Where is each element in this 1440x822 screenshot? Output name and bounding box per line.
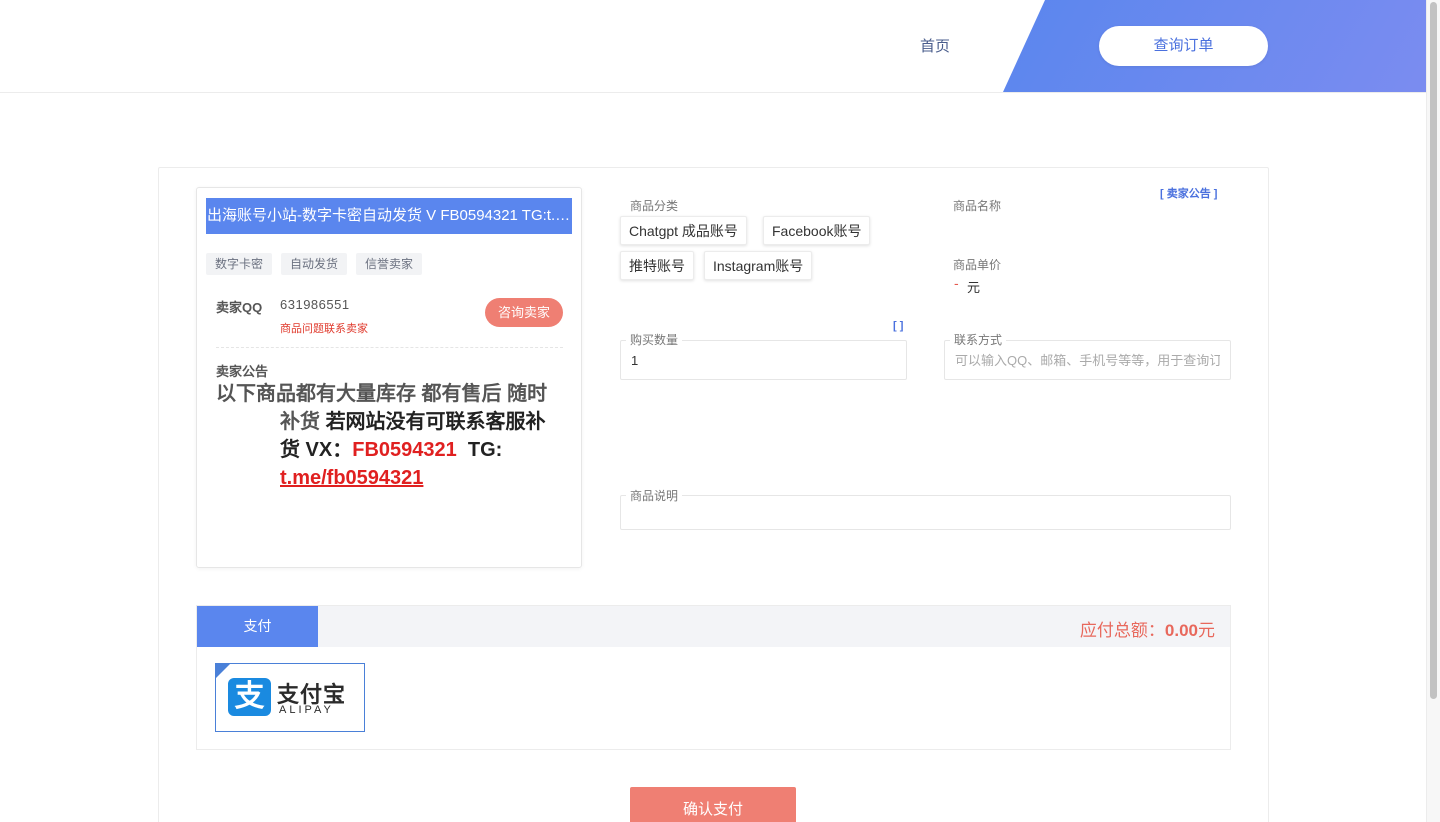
total-amount: 0.00 <box>1164 621 1198 640</box>
notice-line-1: 以下商品都有大量库存 都有售后 随时 <box>216 383 548 405</box>
tag-auto-delivery: 自动发货 <box>281 253 348 275</box>
category-facebook-button[interactable]: Facebook账号 <box>763 216 871 245</box>
category-chatgpt-button[interactable]: Chatgpt 成品账号 <box>620 216 747 245</box>
notice-vx-id: FB0594321 <box>352 439 457 461</box>
seller-notice-link[interactable]: [ 卖家公告 ] <box>1160 185 1217 201</box>
seller-qq-value: 631986551 <box>280 297 350 312</box>
nav-home-link[interactable]: 首页 <box>905 35 965 56</box>
payment-panel: 支付 应付总额：0.00元 支 支付宝 ALIPAY <box>196 605 1231 750</box>
notice-line-4: t.me/fb0594321 <box>216 464 568 492</box>
payment-tab-bar: 支付 应付总额：0.00元 <box>197 606 1230 647</box>
scrollbar-thumb[interactable] <box>1430 2 1437 699</box>
product-description-box <box>620 495 1231 530</box>
unit-price-label: 商品单价 <box>953 258 1002 272</box>
product-name-label: 商品名称 <box>953 199 1002 213</box>
notice-line-3a: 货 VX： <box>280 439 353 461</box>
total-label: 应付总额： <box>1079 621 1165 640</box>
query-order-button[interactable]: 查询订单 <box>1099 26 1268 66</box>
total-amount-display: 应付总额：0.00元 <box>1080 616 1215 641</box>
tag-trusted-seller: 信誉卖家 <box>356 253 423 275</box>
notice-line-3: 货 VX：FB0594321 TG: <box>216 436 568 464</box>
card-divider <box>216 347 563 348</box>
quantity-label: 购买数量 <box>626 331 683 348</box>
seller-qq-label: 卖家QQ <box>216 300 263 315</box>
product-description-label: 商品说明 <box>626 487 683 504</box>
seller-notice-body: 以下商品都有大量库存 都有售后 随时 补货 若网站没有可联系客服补 货 VX：F… <box>216 380 568 492</box>
shop-title: 出海账号小站-数字卡密自动发货 V FB0594321 TG:t.me/fb05… <box>206 198 572 234</box>
notice-line-2a: 补货 <box>280 411 326 433</box>
unit-price-value: - <box>954 275 959 291</box>
contact-label: 联系方式 <box>950 331 1007 348</box>
shop-info-card: 出海账号小站-数字卡密自动发货 V FB0594321 TG:t.me/fb05… <box>196 187 582 568</box>
selected-corner-icon <box>216 664 230 678</box>
tag-digital-card: 数字卡密 <box>206 253 273 275</box>
notice-tg-link[interactable]: t.me/fb0594321 <box>280 467 423 489</box>
seller-qq-hint: 商品问题联系卖家 <box>280 323 368 335</box>
total-unit: 元 <box>1198 621 1215 640</box>
seller-notice-label: 卖家公告 <box>216 364 269 379</box>
page-scrollbar[interactable] <box>1426 0 1440 822</box>
alipay-icon: 支 <box>228 678 271 716</box>
category-twitter-button[interactable]: 推特账号 <box>620 251 694 280</box>
category-label: 商品分类 <box>630 199 679 213</box>
notice-line-2: 补货 若网站没有可联系客服补 <box>216 408 568 436</box>
alipay-name-en: ALIPAY <box>279 704 334 716</box>
tab-payment[interactable]: 支付 <box>197 606 318 647</box>
consult-seller-button[interactable]: 咨询卖家 <box>485 298 563 327</box>
unit-price-currency: 元 <box>967 280 981 295</box>
notice-line-2b: 若网站没有可联系客服补 <box>325 411 546 433</box>
category-instagram-button[interactable]: Instagram账号 <box>704 251 813 280</box>
alipay-option[interactable]: 支 支付宝 ALIPAY <box>215 663 365 732</box>
notice-line-3c: TG: <box>456 439 503 461</box>
shop-tags: 数字卡密 自动发货 信誉卖家 <box>206 253 423 275</box>
confirm-payment-button[interactable]: 确认支付 <box>630 787 796 822</box>
quantity-stock-indicator: [ ] <box>893 320 904 332</box>
